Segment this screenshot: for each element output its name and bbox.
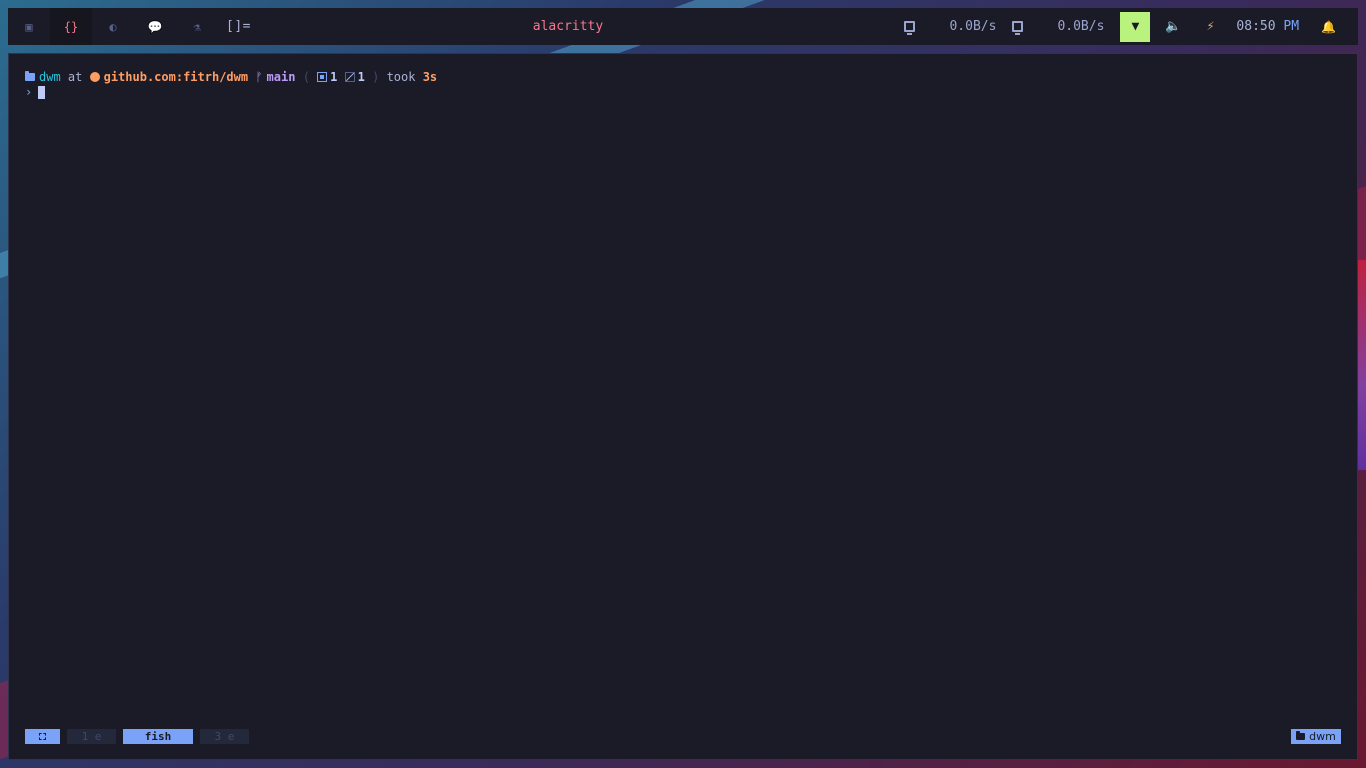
prompt-line[interactable]: › — [25, 85, 46, 99]
session-folder-icon — [1296, 731, 1306, 740]
clock-ampm: PM — [1283, 19, 1300, 34]
flask-icon: ⚗ — [193, 19, 201, 34]
tag-terminal[interactable]: ▣ — [8, 8, 50, 45]
upload-module — [1012, 8, 1024, 45]
fullscreen-icon[interactable] — [25, 729, 60, 744]
terminal-window[interactable]: dwm at github.com:fitrh/dwm ᚠ main ( 1 1… — [8, 53, 1358, 760]
modified-icon — [344, 72, 355, 82]
github-icon — [89, 72, 100, 82]
session-name: dwm — [1309, 730, 1336, 743]
download-icon — [904, 21, 916, 35]
modified-count: 1 — [357, 70, 365, 84]
tmux-status: 1 e fish 3 e — [25, 729, 249, 744]
space-6 — [337, 70, 344, 84]
paren-open: ( — [302, 70, 310, 84]
upload-icon — [1012, 21, 1024, 35]
notification-bell-icon[interactable]: 🔔 — [1321, 20, 1336, 34]
code-icon: {} — [63, 19, 79, 34]
layout-indicator[interactable]: []= — [226, 19, 251, 34]
git-branch-icon: ᚠ — [255, 70, 263, 84]
space-9 — [415, 70, 422, 84]
folder-icon — [25, 71, 35, 81]
space-3 — [248, 70, 255, 84]
repo-name: github.com:fitrh/dwm — [103, 70, 249, 84]
volume-icon[interactable]: 🔈 — [1165, 19, 1181, 34]
browser-icon: ◐ — [109, 19, 117, 34]
download-speed: 0.0B/s — [949, 19, 997, 34]
at-word: at — [67, 70, 83, 84]
status-modules: 0.0B/s 0.0B/s ▼ 🔈 ⚡ 08:50 PM 🔔 — [904, 8, 1358, 45]
terminal-icon: ▣ — [25, 19, 33, 34]
status-bar: ▣ {} ◐ 💬 ⚗ []= alacritty 0.0B/s 0.0B/s ▼… — [8, 8, 1358, 45]
tag-browser[interactable]: ◐ — [92, 8, 134, 45]
tmux-window-3[interactable]: 3 e — [200, 729, 249, 744]
chat-icon: 💬 — [147, 19, 163, 34]
tmux-window-2[interactable]: fish — [123, 729, 193, 744]
tmux-window-1[interactable]: 1 e — [67, 729, 116, 744]
took-word: took — [386, 70, 416, 84]
staged-count: 1 — [330, 70, 338, 84]
tag-flask[interactable]: ⚗ — [176, 8, 218, 45]
space-1 — [61, 70, 68, 84]
wifi-icon[interactable]: ▼ — [1120, 11, 1151, 42]
staged-icon — [317, 72, 328, 82]
space-2 — [82, 70, 89, 84]
prompt-arrow: › — [25, 85, 33, 99]
space-5 — [310, 70, 317, 84]
tag-chat[interactable]: 💬 — [134, 8, 176, 45]
text-cursor — [38, 85, 46, 99]
command-duration: 3s — [422, 70, 438, 84]
upload-speed: 0.0B/s — [1057, 19, 1105, 34]
prompt-info-line: dwm at github.com:fitrh/dwm ᚠ main ( 1 1… — [25, 70, 437, 84]
tmux-session[interactable]: dwm — [1291, 729, 1341, 744]
battery-icon: ⚡ — [1206, 19, 1215, 34]
space-8 — [379, 70, 386, 84]
paren-close: ) — [372, 70, 380, 84]
branch-name: main — [266, 70, 296, 84]
current-dir: dwm — [39, 70, 61, 84]
tag-code[interactable]: {} — [50, 8, 92, 45]
clock: 08:50 PM — [1236, 19, 1299, 34]
space-7 — [365, 70, 372, 84]
download-module — [904, 8, 916, 45]
space-4 — [295, 70, 302, 84]
clock-time: 08:50 — [1236, 19, 1276, 34]
